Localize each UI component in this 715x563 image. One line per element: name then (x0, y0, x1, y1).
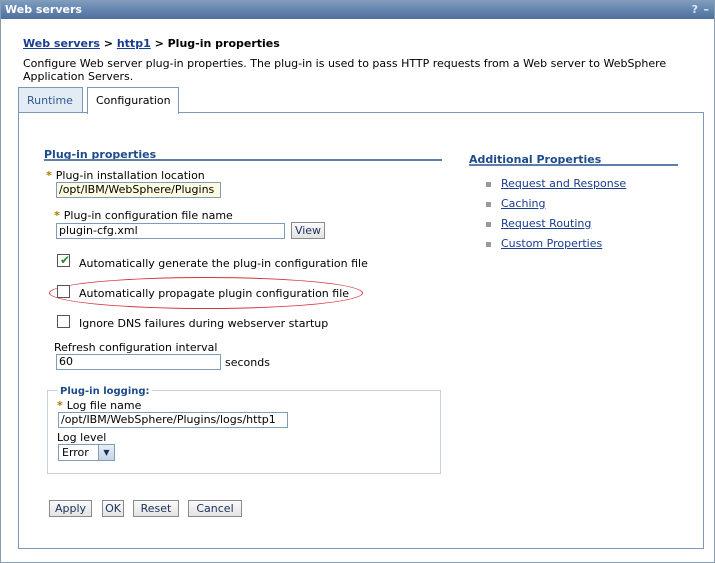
refresh-unit-label: seconds (225, 356, 270, 369)
breadcrumb-http1-link[interactable]: http1 (117, 37, 151, 50)
log-file-label: * Log file name (57, 399, 142, 412)
additional-item: Request Routing (486, 217, 591, 230)
log-level-label: Log level (57, 431, 107, 444)
install-location-input[interactable]: /opt/IBM/WebSphere/Plugins (56, 182, 221, 198)
tab-configuration[interactable]: Configuration (87, 87, 179, 114)
bullet-icon (486, 241, 491, 247)
chevron-down-icon[interactable]: ▼ (98, 445, 114, 460)
ignore-dns-label: Ignore DNS failures during webserver sta… (79, 317, 329, 330)
additional-item: Caching (486, 197, 545, 210)
breadcrumb-current: Plug-in properties (167, 37, 280, 50)
breadcrumb-separator: > (99, 37, 117, 50)
help-icon[interactable]: ? (692, 1, 698, 19)
log-file-input[interactable]: /opt/IBM/WebSphere/Plugins/logs/http1 (58, 412, 288, 428)
install-location-label: * Plug-in installation location (46, 169, 205, 182)
window-title: Web servers (5, 3, 82, 16)
request-routing-link[interactable]: Request Routing (501, 217, 591, 230)
section-divider (44, 159, 442, 161)
breadcrumb-separator: > (150, 37, 168, 50)
request-and-response-link[interactable]: Request and Response (501, 177, 626, 190)
refresh-interval-input[interactable]: 60 (56, 354, 221, 370)
tab-runtime[interactable]: Runtime (18, 87, 83, 113)
required-icon: * (54, 209, 60, 222)
custom-properties-link[interactable]: Custom Properties (501, 237, 602, 250)
config-file-input[interactable]: plugin-cfg.xml (56, 223, 285, 239)
auto-generate-checkbox[interactable]: ✔ (57, 253, 71, 267)
page-description: Configure Web server plug-in properties.… (23, 57, 667, 83)
bullet-icon (486, 181, 491, 187)
ok-button[interactable]: OK (102, 500, 124, 517)
cancel-button[interactable]: Cancel (188, 500, 242, 517)
minimize-icon[interactable]: – (704, 1, 710, 19)
required-icon: * (46, 169, 52, 182)
log-level-select[interactable]: Error ▼ (58, 444, 115, 461)
logging-legend: Plug-in logging: (58, 386, 152, 397)
log-level-value: Error (62, 446, 89, 459)
window-titlebar: Web servers ? – (1, 1, 714, 19)
auto-propagate-checkbox[interactable] (57, 285, 70, 298)
additional-item: Custom Properties (486, 237, 602, 250)
bullet-icon (486, 201, 491, 207)
breadcrumb-web-servers-link[interactable]: Web servers (23, 37, 100, 50)
auto-generate-label: Automatically generate the plug-in confi… (79, 257, 368, 270)
ignore-dns-checkbox[interactable] (57, 315, 70, 328)
caching-link[interactable]: Caching (501, 197, 545, 210)
required-icon: * (57, 399, 63, 412)
auto-propagate-label: Automatically propagate plugin configura… (79, 287, 350, 300)
additional-item: Request and Response (486, 177, 626, 190)
checkmark-icon: ✔ (60, 253, 71, 267)
apply-button[interactable]: Apply (49, 500, 92, 517)
refresh-interval-label: Refresh configuration interval (54, 341, 218, 354)
reset-button[interactable]: Reset (133, 500, 179, 517)
bullet-icon (486, 221, 491, 227)
view-button[interactable]: View (291, 222, 325, 239)
web-servers-window: Web servers ? – Web servers > http1 > Pl… (0, 0, 715, 563)
additional-divider (469, 164, 678, 166)
config-file-label: * Plug-in configuration file name (54, 209, 233, 222)
breadcrumb: Web servers > http1 > Plug-in properties (23, 37, 280, 50)
